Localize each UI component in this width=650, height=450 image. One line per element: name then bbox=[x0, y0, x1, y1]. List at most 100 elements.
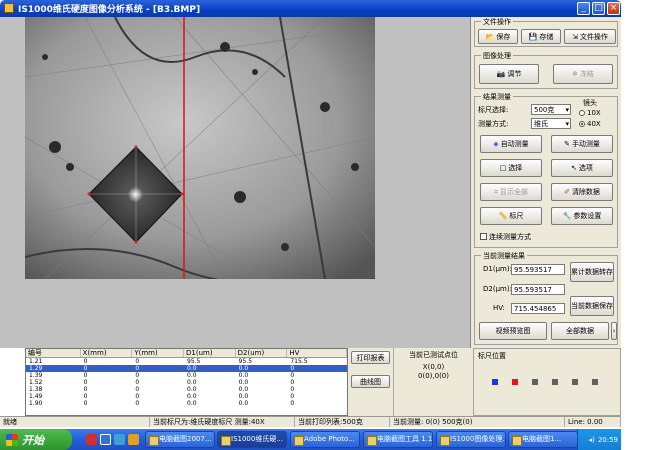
workspace-background-right bbox=[375, 17, 470, 279]
ruler-marker[interactable] bbox=[512, 379, 518, 385]
table-row[interactable]: 1.21 0 0 95.5 95.5 715.5 bbox=[26, 358, 347, 365]
curve-chart-button[interactable]: 曲线图 bbox=[351, 375, 390, 388]
point-info-box: 当前已测试点位 X(0,0) 0(0),0(0) bbox=[393, 348, 473, 416]
ruler-position-title: 标尺位置 bbox=[478, 352, 506, 360]
all-data-button[interactable]: 全部数据 bbox=[551, 322, 609, 340]
file-operation-button[interactable]: ⇲ 文件操作 bbox=[564, 29, 616, 44]
measure-group-title: 结果测量 bbox=[481, 92, 513, 102]
radio-40x[interactable] bbox=[579, 121, 585, 127]
manual-measure-button[interactable]: ✎ 手动测量 bbox=[551, 135, 613, 153]
minimize-button[interactable]: _ bbox=[577, 2, 590, 15]
table-cell: 0.0 bbox=[238, 393, 249, 400]
lens-option-10x[interactable]: 10X bbox=[579, 109, 601, 117]
more-button[interactable]: › bbox=[611, 322, 617, 340]
freeze-button[interactable]: ❄ 冻结 bbox=[553, 64, 613, 84]
table-row[interactable]: 1.90 0 0 0.0 0.0 0 bbox=[26, 400, 347, 407]
table-cell: 0.0 bbox=[187, 379, 197, 386]
scale-select[interactable]: 500克 bbox=[531, 104, 571, 115]
ruler-marker[interactable] bbox=[552, 379, 558, 385]
table-cell: 0.0 bbox=[238, 386, 249, 393]
start-button[interactable]: 开始 bbox=[0, 429, 72, 450]
table-cell: 0 bbox=[135, 372, 140, 379]
pencil-icon: ✎ bbox=[564, 140, 570, 148]
d2-value: 95.593517 bbox=[511, 284, 565, 295]
cursor-icon: ↖ bbox=[571, 164, 577, 172]
header-y[interactable]: Y(mm) bbox=[132, 349, 184, 357]
save-button[interactable]: 📂 保存 bbox=[478, 29, 518, 44]
status-line: Line: 0.00 bbox=[565, 417, 621, 427]
taskbar-task[interactable]: 电脑截图工具 1.1 bbox=[363, 431, 433, 448]
settings-button[interactable]: 🔧 参数设置 bbox=[551, 207, 613, 225]
save-current-button[interactable]: 当前数据保存 bbox=[570, 296, 614, 316]
select-button[interactable]: □ 选择 bbox=[480, 159, 542, 177]
quicklaunch-icon-1[interactable] bbox=[86, 434, 97, 445]
header-d2[interactable]: D2(um) bbox=[236, 349, 288, 357]
taskbar-task[interactable]: Adobe Photo... bbox=[290, 431, 360, 448]
ruler-marker[interactable] bbox=[572, 379, 578, 385]
hv-value: 715.454865 bbox=[511, 303, 565, 314]
status-scale: 当前标尺为:维氏硬度标尺 测量:40X bbox=[150, 417, 295, 427]
square-icon: □ bbox=[499, 164, 507, 172]
file-group-title: 文件操作 bbox=[481, 17, 513, 27]
taskbar-task[interactable]: IS1000维氏硬... bbox=[217, 431, 287, 448]
table-row[interactable]: 1.52 0 0 0.0 0.0 0 bbox=[26, 379, 347, 386]
middle-button-panel: 打印报表 曲线图 bbox=[348, 348, 393, 416]
store-button-label: 存储 bbox=[539, 32, 554, 41]
table-cell: 0 bbox=[135, 379, 140, 386]
table-cell: 0 bbox=[135, 386, 140, 393]
taskbar-task[interactable]: IS1000图像处理... bbox=[436, 431, 506, 448]
ruler-marker[interactable] bbox=[532, 379, 538, 385]
taskbar-task[interactable]: 电脑截图2007... bbox=[145, 431, 215, 448]
table-cell: 0.0 bbox=[238, 365, 249, 372]
quicklaunch-icon-2[interactable] bbox=[100, 434, 111, 445]
ruler-button[interactable]: 📏 标尺 bbox=[480, 207, 542, 225]
header-d1[interactable]: D1(um) bbox=[184, 349, 236, 357]
status-measure: 当前测量: 0(0) 500克(0) bbox=[390, 417, 565, 427]
mode-select[interactable]: 维氏 bbox=[531, 118, 571, 129]
close-button[interactable]: × bbox=[607, 2, 620, 15]
table-cell: 0.0 bbox=[238, 372, 249, 379]
ruler-marker[interactable] bbox=[592, 379, 598, 385]
maximize-button[interactable]: □ bbox=[592, 2, 605, 15]
volume-icon[interactable]: ◂) bbox=[589, 436, 595, 444]
disk-icon: 💾 bbox=[528, 32, 538, 41]
table-cell: 1.39 bbox=[29, 372, 43, 379]
show-all-button[interactable]: ⌗ 显示全部 bbox=[480, 183, 542, 201]
header-x[interactable]: X(mm) bbox=[81, 349, 133, 357]
option-button[interactable]: ↖ 选项 bbox=[551, 159, 613, 177]
lens-10x-label: 10X bbox=[587, 109, 601, 117]
radio-10x[interactable] bbox=[579, 110, 585, 116]
lens-option-40x[interactable]: 40X bbox=[579, 120, 601, 128]
manual-measure-label: 手动测量 bbox=[571, 140, 600, 148]
status-ready: 就绪 bbox=[0, 417, 150, 427]
data-table[interactable]: 编号 X(mm) Y(mm) D1(um) D2(um) HV 1.21 0 0 95… bbox=[25, 348, 348, 416]
checkbox[interactable] bbox=[480, 233, 487, 240]
video-preview-button[interactable]: 视频预览图 bbox=[479, 322, 547, 340]
store-button[interactable]: 💾 存储 bbox=[521, 29, 561, 44]
table-row[interactable]: 1.38 0 0 0.0 0.0 0 bbox=[26, 386, 347, 393]
header-hv[interactable]: HV bbox=[287, 349, 347, 357]
print-report-button[interactable]: 打印报表 bbox=[351, 351, 390, 364]
adjust-button-label: 调节 bbox=[507, 70, 522, 78]
header-id[interactable]: 编号 bbox=[26, 349, 81, 357]
table-cell: 0 bbox=[290, 379, 295, 386]
table-row[interactable]: 1.39 0 0 0.0 0.0 0 bbox=[26, 372, 347, 379]
table-row[interactable]: 1.29 0 0 0.0 0.0 0 bbox=[26, 365, 347, 372]
adjust-button[interactable]: 📷 调节 bbox=[479, 64, 539, 84]
continuous-measure-checkbox[interactable]: 连续测量方式 bbox=[480, 232, 531, 242]
table-cell: 0 bbox=[290, 386, 295, 393]
table-row[interactable]: 1.49 0 0 0.0 0.0 0 bbox=[26, 393, 347, 400]
ruler-marker[interactable] bbox=[492, 379, 498, 385]
auto-measure-button[interactable]: ◈ 自动测量 bbox=[480, 135, 542, 153]
clear-data-button[interactable]: ✐ 清除数据 bbox=[551, 183, 613, 201]
clock: 20:59 bbox=[597, 435, 618, 444]
quicklaunch-icon-4[interactable] bbox=[128, 434, 139, 445]
quicklaunch-icon-3[interactable] bbox=[114, 434, 125, 445]
camera-icon: 📷 bbox=[496, 70, 506, 78]
mode-label: 测量方式: bbox=[478, 120, 509, 128]
transfer-data-button[interactable]: 累计数据转存 bbox=[570, 262, 614, 282]
table-cell: 0 bbox=[290, 365, 295, 372]
option-label: 选项 bbox=[578, 164, 593, 172]
taskbar-task[interactable]: 电脑截图1... bbox=[508, 431, 578, 448]
image-viewport[interactable] bbox=[25, 17, 375, 279]
